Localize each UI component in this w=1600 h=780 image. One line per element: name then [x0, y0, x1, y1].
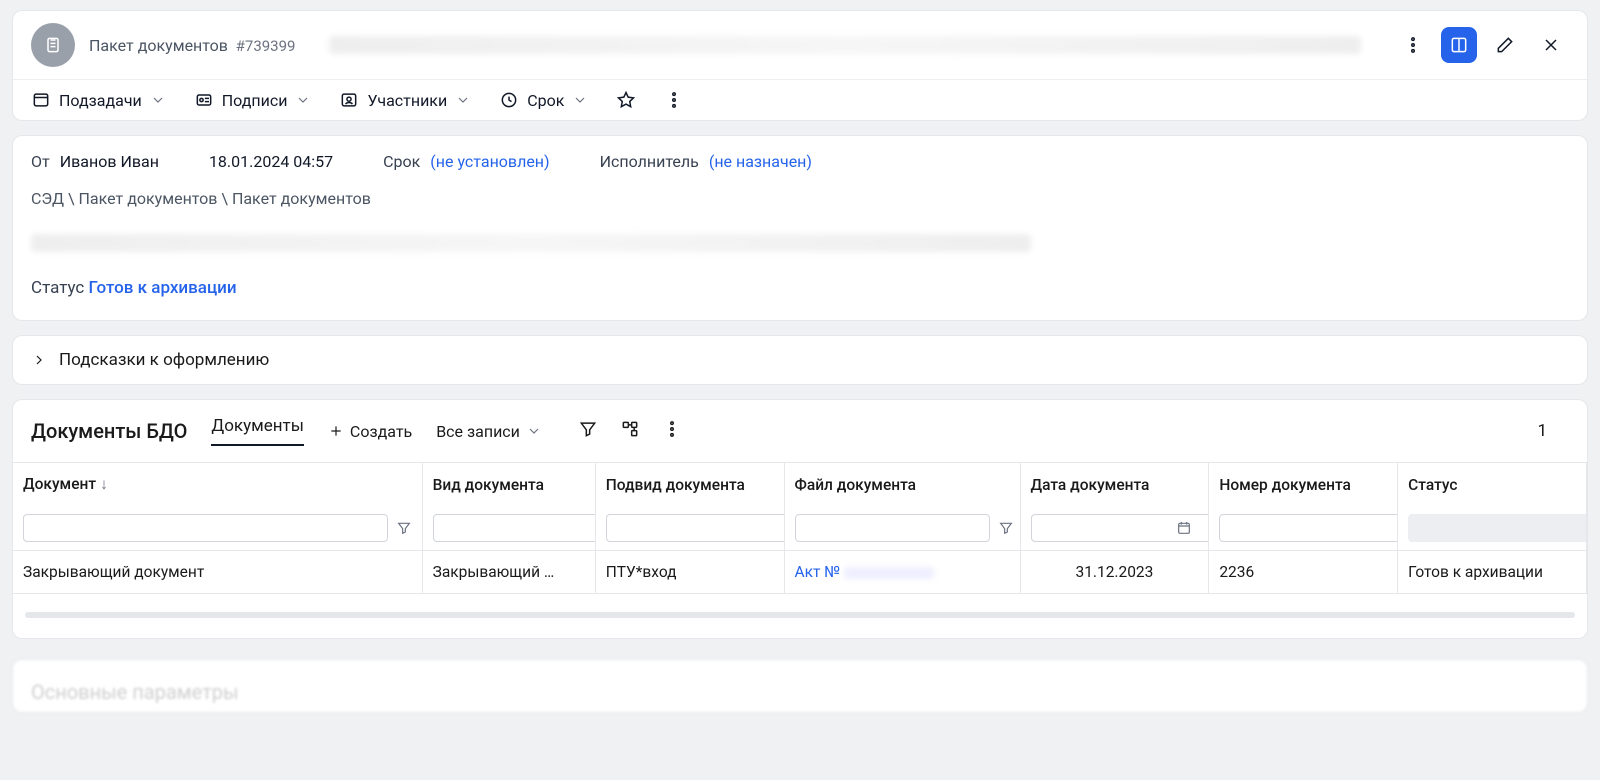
filter-number-input[interactable] [1219, 514, 1397, 542]
redacted-line [31, 234, 1031, 252]
redacted-title [329, 36, 1361, 54]
subtasks-dropdown[interactable]: Подзадачи [31, 90, 166, 110]
status-value[interactable]: Готов к архивации [89, 278, 237, 298]
sort-down-icon: ↓ [100, 475, 108, 493]
filter-document-input[interactable] [23, 514, 388, 542]
cell-document: Закрывающий документ [13, 551, 422, 594]
more-vertical-icon [662, 419, 682, 439]
title-type: Пакет документов [89, 36, 228, 55]
funnel-icon [578, 419, 598, 439]
more-vertical-icon[interactable] [1395, 27, 1431, 63]
cell-kind: Закрывающий … [422, 551, 595, 594]
tab-documents[interactable]: Документы [211, 416, 304, 446]
chevron-down-icon [455, 92, 471, 108]
chevron-right-icon [31, 352, 47, 368]
toolbar-more[interactable] [664, 90, 684, 110]
cell-date: 31.12.2023 [1020, 551, 1209, 594]
status-row: Статус Готов к архивации [31, 278, 1569, 298]
signatures-label: Подписи [222, 91, 288, 110]
documents-section-title: Документы БДО [31, 419, 187, 443]
chevron-down-icon [295, 92, 311, 108]
funnel-icon[interactable] [998, 520, 1014, 536]
chevron-down-icon [150, 92, 166, 108]
deadline-label: Срок [383, 152, 420, 171]
executor-label: Исполнитель [600, 152, 699, 171]
titlebar-actions [1395, 27, 1569, 63]
table-header-row: Документ↓ Вид документа Подвид документа… [13, 463, 1587, 507]
all-records-label: Все записи [436, 422, 520, 441]
favorite-star[interactable] [616, 90, 636, 110]
deadline-pair: Срок (не установлен) [383, 152, 549, 171]
created-datetime: 18.01.2024 04:57 [209, 152, 333, 171]
filter-kind-input[interactable] [433, 514, 596, 542]
hints-section[interactable]: Подсказки к оформлению [12, 335, 1588, 385]
create-button[interactable]: Создать [328, 422, 412, 441]
all-records-dropdown[interactable]: Все записи [436, 422, 542, 441]
toolbar: Подзадачи Подписи Участники Срок [13, 80, 1587, 120]
documents-count: 1 [1537, 421, 1569, 441]
status-label: Статус [31, 278, 84, 298]
filter-subkind-input[interactable] [606, 514, 784, 542]
deadline-dropdown[interactable]: Срок [499, 90, 588, 110]
cell-status: Готов к архивации [1398, 551, 1587, 594]
redacted-file-tail [844, 567, 934, 579]
title-id: #739399 [236, 37, 296, 55]
horizontal-scrollbar[interactable] [25, 612, 1575, 618]
table-filter-row [13, 506, 1587, 551]
plus-icon [328, 423, 344, 439]
titlebar: Пакет документов #739399 [13, 11, 1587, 80]
col-kind[interactable]: Вид документа [422, 463, 595, 507]
calendar-icon[interactable] [1176, 520, 1192, 536]
document-package-icon [31, 23, 75, 67]
tree-icon [620, 419, 640, 439]
from-value: Иванов Иван [60, 152, 159, 171]
chevron-down-icon [526, 423, 542, 439]
table-row[interactable]: Закрывающий документ Закрывающий … ПТУ*в… [13, 551, 1587, 594]
tree-view-button[interactable] [620, 419, 640, 443]
title-area: Пакет документов #739399 [89, 36, 295, 55]
info-card: От Иванов Иван 18.01.2024 04:57 Срок (не… [12, 135, 1588, 321]
filter-button[interactable] [578, 419, 598, 443]
edit-icon[interactable] [1487, 27, 1523, 63]
create-label: Создать [350, 422, 412, 441]
main-parameters-section: Основные параметры [12, 659, 1588, 713]
executor-value[interactable]: (не назначен) [709, 152, 812, 171]
cell-file[interactable]: Акт № [784, 551, 1020, 594]
subtasks-label: Подзадачи [59, 91, 142, 110]
cell-number: 2236 [1209, 551, 1398, 594]
breadcrumb[interactable]: СЭД \ Пакет документов \ Пакет документо… [31, 189, 1569, 208]
participants-label: Участники [367, 91, 447, 110]
col-file[interactable]: Файл документа [784, 463, 1020, 507]
from-pair: От Иванов Иван [31, 152, 159, 171]
signatures-dropdown[interactable]: Подписи [194, 90, 312, 110]
docs-more-button[interactable] [662, 419, 682, 443]
col-document[interactable]: Документ↓ [13, 463, 422, 507]
close-icon[interactable] [1533, 27, 1569, 63]
participants-dropdown[interactable]: Участники [339, 90, 471, 110]
cell-subkind: ПТУ*вход [595, 551, 784, 594]
from-label: От [31, 152, 50, 171]
col-number[interactable]: Номер документа [1209, 463, 1398, 507]
col-subkind[interactable]: Подвид документа [595, 463, 784, 507]
col-status[interactable]: Статус [1398, 463, 1587, 507]
col-date[interactable]: Дата документа [1020, 463, 1209, 507]
funnel-icon[interactable] [396, 520, 412, 536]
filter-file-input[interactable] [795, 514, 990, 542]
filter-status-input [1408, 514, 1586, 542]
panel-layout-icon[interactable] [1441, 27, 1477, 63]
documents-table: Документ↓ Вид документа Подвид документа… [13, 462, 1587, 594]
chevron-down-icon [572, 92, 588, 108]
hints-title: Подсказки к оформлению [59, 350, 269, 370]
documents-section: Документы БДО Документы Создать Все запи… [12, 399, 1588, 639]
more-vertical-icon [664, 90, 684, 110]
star-icon [616, 90, 636, 110]
deadline-value[interactable]: (не установлен) [430, 152, 549, 171]
executor-pair: Исполнитель (не назначен) [600, 152, 812, 171]
deadline-label: Срок [527, 91, 564, 110]
